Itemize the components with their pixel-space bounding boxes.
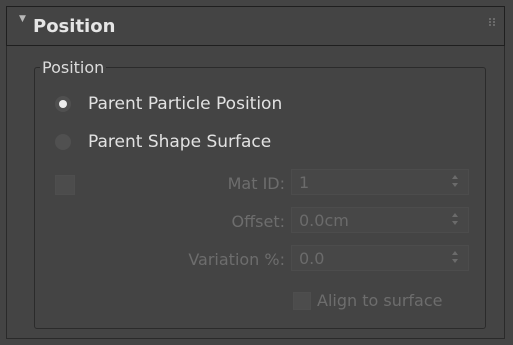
rollout-title[interactable]: Position [33,16,115,37]
variation-spinner[interactable]: 0.0 [291,245,469,271]
spinner-arrows-icon[interactable] [452,251,460,265]
mat-id-spinner[interactable]: 1 [291,169,469,195]
align-to-surface-checkbox[interactable] [293,292,311,310]
radio-parent-particle-position[interactable] [55,96,71,112]
mat-id-label: Mat ID: [227,174,285,193]
offset-label: Offset: [231,212,285,231]
grip-dots-icon[interactable] [489,18,497,26]
spinner-arrows-icon[interactable] [452,213,460,227]
offset-spinner[interactable]: 0.0cm [291,207,469,233]
variation-value[interactable]: 0.0 [299,249,324,268]
radio-parent-shape-surface[interactable] [55,134,71,150]
group-label: Position [40,58,107,77]
mat-id-checkbox[interactable] [55,175,75,195]
align-to-surface-label[interactable]: Align to surface [317,291,443,310]
radio-label-parent-particle-position[interactable]: Parent Particle Position [88,94,282,114]
mat-id-value[interactable]: 1 [299,173,309,192]
offset-value[interactable]: 0.0cm [299,211,349,230]
rollout-panel: ▼ Position Position Parent Particle Posi… [0,0,513,345]
spinner-arrows-icon[interactable] [452,175,460,189]
variation-label: Variation %: [188,250,285,269]
collapse-arrow-icon[interactable]: ▼ [19,14,26,24]
radio-label-parent-shape-surface[interactable]: Parent Shape Surface [88,132,271,152]
